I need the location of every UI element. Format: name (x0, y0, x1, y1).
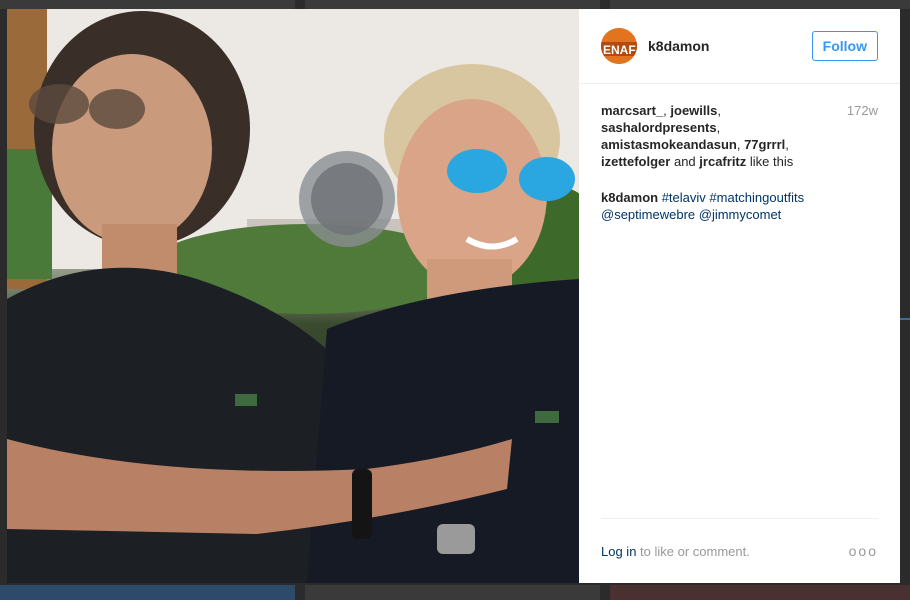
more-options-icon[interactable]: ooo (849, 543, 878, 559)
mention-link[interactable]: @jimmycomet (699, 207, 782, 222)
background-tile (0, 585, 295, 600)
hashtag-link[interactable]: #telaviv (662, 190, 706, 205)
svg-text:ENAF: ENAF (603, 43, 636, 57)
liker-name[interactable]: jrcafritz (699, 154, 746, 169)
post-header: ENAF k8damon Follow (579, 9, 900, 84)
avatar-image: ENAF (601, 28, 637, 64)
background-tile (0, 0, 295, 9)
photo-illustration (7, 9, 579, 583)
background-edge (900, 318, 910, 320)
liker-name[interactable]: sashalordpresents (601, 120, 717, 135)
background-tile (610, 0, 910, 9)
hashtag-link[interactable]: #matchingoutfits (709, 190, 804, 205)
post-content: marcsart_, joewills, sashalordpresents, … (579, 84, 900, 223)
login-link[interactable]: Log in (601, 544, 636, 559)
caption-author[interactable]: k8damon (601, 190, 658, 205)
likes-text: marcsart_, joewills, sashalordpresents, … (601, 103, 794, 169)
liker-name[interactable]: 77grrrl (744, 137, 785, 152)
avatar[interactable]: ENAF (601, 28, 637, 64)
background-tile (610, 585, 910, 600)
post-caption: k8damon #telaviv #matchingoutfits @septi… (601, 189, 878, 223)
login-prompt: to like or comment. (640, 543, 750, 559)
liker-name[interactable]: amistasmokeandasun (601, 137, 737, 152)
liker-name[interactable]: izettefolger (601, 154, 670, 169)
liker-name[interactable]: marcsart_ (601, 103, 663, 118)
likes-suffix: like this (749, 154, 794, 169)
post-age[interactable]: 172w (847, 102, 878, 119)
post-side-panel: ENAF k8damon Follow marcsart_, joewills,… (579, 9, 900, 583)
background-tile (305, 585, 600, 600)
post-photo[interactable] (7, 9, 579, 583)
liker-name[interactable]: joewills (670, 103, 717, 118)
mention-link[interactable]: @septimewebre (601, 207, 695, 222)
background-tile (305, 0, 600, 9)
follow-button[interactable]: Follow (811, 31, 878, 61)
likes-connector: and (673, 154, 696, 169)
post-footer: Log in to like or comment. ooo (601, 518, 878, 583)
post-modal: ENAF k8damon Follow marcsart_, joewills,… (7, 9, 900, 583)
post-username[interactable]: k8damon (648, 38, 812, 54)
likes-row: marcsart_, joewills, sashalordpresents, … (601, 102, 878, 170)
